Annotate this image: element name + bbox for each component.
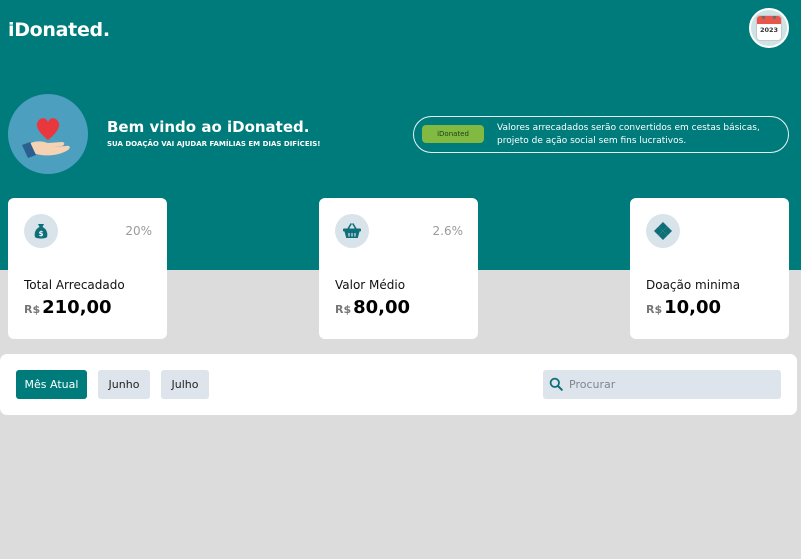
calendar-button[interactable]: 2023 bbox=[749, 8, 789, 48]
stat-value: 80,00 bbox=[353, 297, 411, 318]
info-text: Valores arrecadados serão convertidos em… bbox=[497, 123, 760, 146]
welcome-subtitle: SUA DOAÇÃO VAI AJUDAR FAMÍLIAS EM DIAS D… bbox=[107, 140, 321, 148]
stat-percent: 20% bbox=[125, 224, 152, 238]
currency-symbol: R$ bbox=[335, 303, 352, 316]
currency-symbol: R$ bbox=[24, 303, 41, 316]
stat-label: Valor Médio bbox=[335, 278, 406, 292]
diamond-icon bbox=[646, 214, 680, 248]
basket-icon bbox=[335, 214, 369, 248]
stat-label: Doação minima bbox=[646, 278, 741, 292]
stat-amount: R$ 80,00 bbox=[335, 297, 410, 318]
search-box[interactable] bbox=[543, 370, 781, 399]
info-badge: iDonated bbox=[422, 125, 484, 143]
stat-amount: R$ 10,00 bbox=[646, 297, 721, 318]
money-bag-icon: $ bbox=[24, 214, 58, 248]
info-banner: iDonated Valores arrecadados serão conve… bbox=[413, 116, 789, 153]
svg-text:$: $ bbox=[39, 230, 44, 238]
filter-toolbar: Mês Atual Junho Julho bbox=[0, 354, 797, 415]
tab-july[interactable]: Julho bbox=[161, 370, 209, 399]
search-icon bbox=[549, 377, 563, 391]
welcome-title: Bem vindo ao iDonated. bbox=[107, 118, 310, 136]
stat-card-average: 2.6% Valor Médio R$ 80,00 bbox=[319, 198, 478, 339]
search-input[interactable] bbox=[569, 370, 774, 399]
calendar-icon: 2023 bbox=[757, 16, 781, 40]
tab-current-month[interactable]: Mês Atual bbox=[16, 370, 87, 399]
donation-hand-heart-icon bbox=[8, 94, 88, 174]
stat-card-total: $ 20% Total Arrecadado R$ 210,00 bbox=[8, 198, 167, 339]
stat-percent: 2.6% bbox=[432, 224, 464, 238]
stat-amount: R$ 210,00 bbox=[24, 297, 112, 318]
stat-card-minimum: Doação minima R$ 10,00 bbox=[630, 198, 789, 339]
calendar-year: 2023 bbox=[759, 26, 779, 34]
tab-june[interactable]: Junho bbox=[98, 370, 150, 399]
brand-logo[interactable]: iDonated. bbox=[8, 19, 110, 41]
stat-label: Total Arrecadado bbox=[24, 278, 125, 292]
stat-value: 210,00 bbox=[42, 297, 112, 318]
currency-symbol: R$ bbox=[646, 303, 663, 316]
stat-value: 10,00 bbox=[664, 297, 722, 318]
